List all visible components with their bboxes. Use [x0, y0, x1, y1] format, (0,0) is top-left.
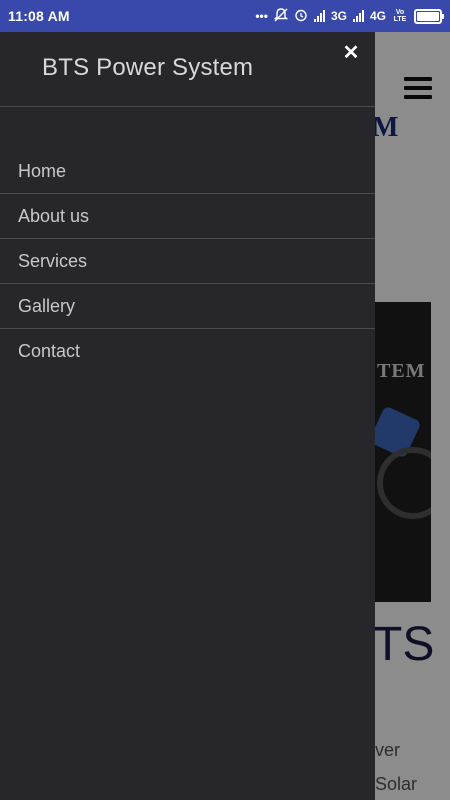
menu-item-services[interactable]: Services — [0, 239, 375, 284]
alarm-icon — [294, 8, 308, 25]
network-type-3g: 3G — [330, 9, 347, 23]
notifications-off-icon — [273, 7, 289, 25]
network-type-4g: 4G — [369, 9, 386, 23]
menu-item-home[interactable]: Home — [0, 149, 375, 194]
menu-item-gallery[interactable]: Gallery — [0, 284, 375, 329]
signal-icon — [313, 10, 325, 22]
status-time: 11:08 AM — [8, 8, 70, 24]
divider — [0, 106, 375, 107]
close-icon[interactable]: ✕ — [342, 43, 360, 63]
drawer-menu: Home About us Services Gallery Contact — [0, 149, 375, 373]
battery-icon — [414, 8, 444, 24]
more-dots-icon: ••• — [255, 9, 268, 23]
menu-item-contact[interactable]: Contact — [0, 329, 375, 373]
volte-indicator: Vo LTE — [393, 9, 407, 23]
status-bar: 11:08 AM ••• 3G 4G Vo LTE — [0, 0, 450, 32]
status-icons: ••• 3G 4G Vo LTE — [255, 6, 444, 26]
menu-item-about-us[interactable]: About us — [0, 194, 375, 239]
signal-icon — [352, 10, 364, 22]
drawer-title: BTS Power System — [42, 54, 254, 81]
navigation-drawer: ✕ BTS Power System Home About us Service… — [0, 32, 375, 800]
